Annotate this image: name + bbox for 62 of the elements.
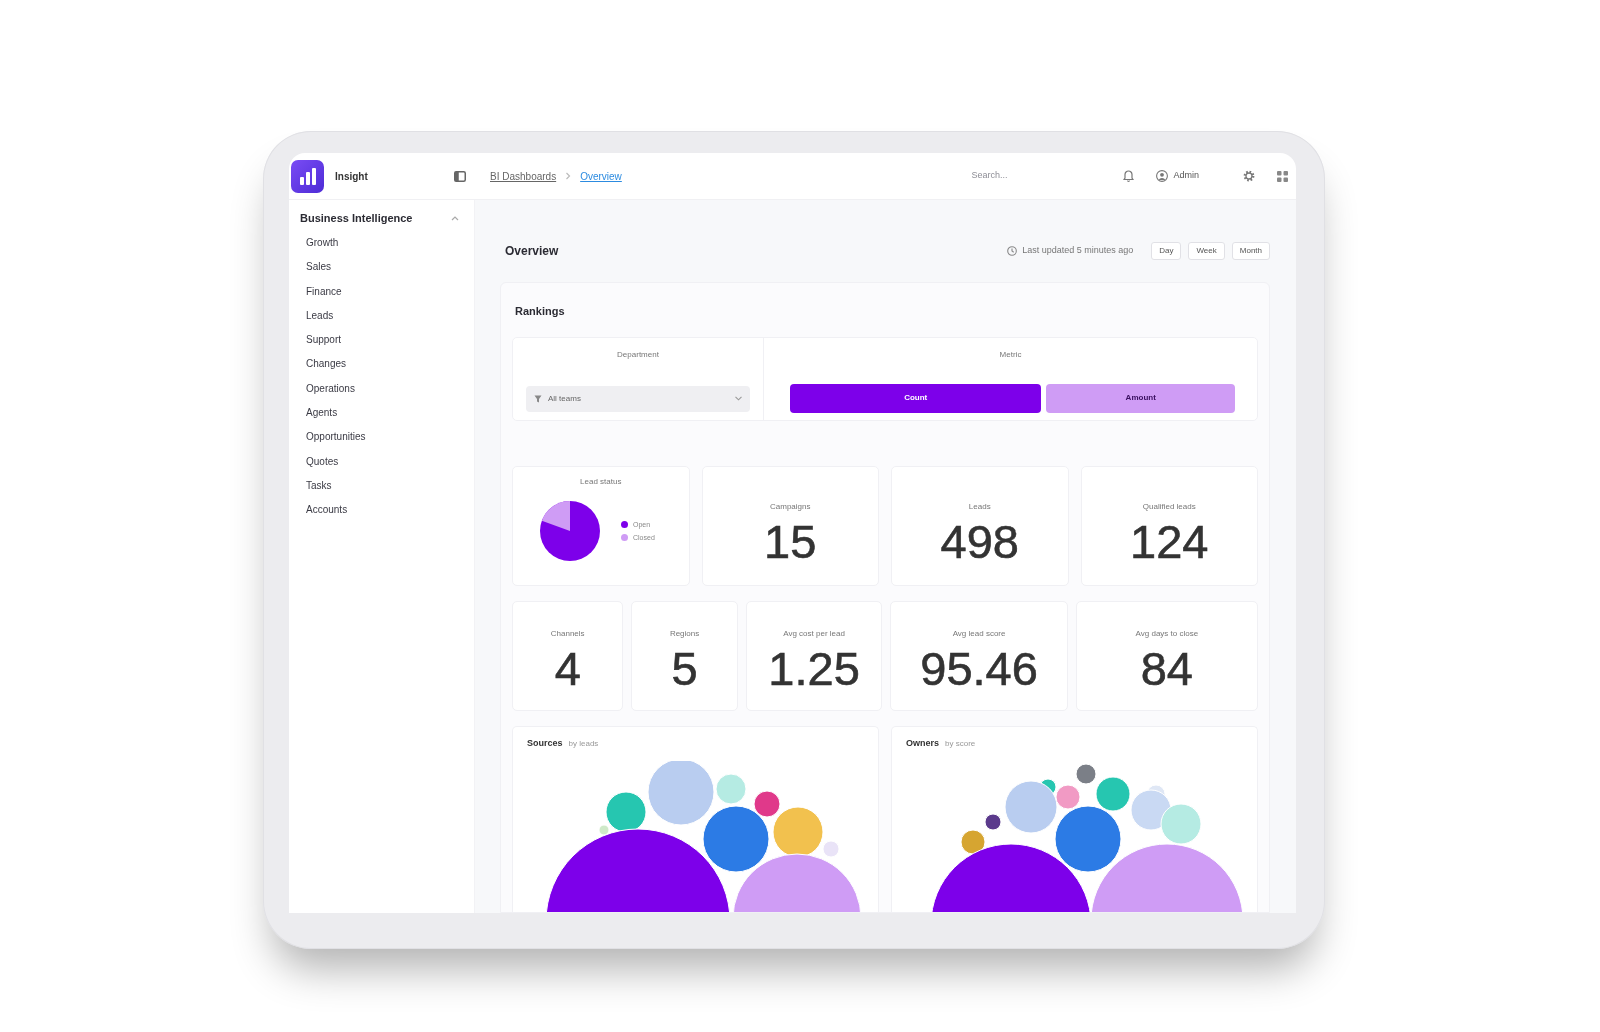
chevron-icon — [565, 172, 572, 180]
kpi-value: 84 — [1140, 644, 1193, 692]
sidebar-item[interactable]: Accounts — [300, 498, 474, 523]
kpi-value: 498 — [940, 517, 1019, 565]
sidebar-item[interactable]: Agents — [300, 401, 474, 426]
sidebar-item[interactable]: Opportunities — [300, 425, 474, 450]
sidebar-item[interactable]: Changes — [300, 352, 474, 377]
kpi-label: Avg days to close — [1135, 628, 1199, 639]
kpi-label: Leads — [968, 501, 991, 512]
kpi-value: 1.25 — [768, 644, 860, 692]
sidebar-item[interactable]: Tasks — [300, 473, 474, 499]
kpi-label: Regions — [669, 628, 700, 639]
last-updated-text: Last updated 5 minutes ago — [1022, 244, 1134, 258]
chevron-icon[interactable] — [451, 215, 459, 221]
caret-icon — [735, 396, 742, 402]
range-button[interactable]: Week — [1188, 242, 1225, 260]
section-title: Rankings — [514, 303, 566, 319]
sidebar-item[interactable]: Support — [300, 328, 474, 353]
sidebar-icon[interactable] — [454, 170, 466, 182]
sidebar-item[interactable]: Leads — [300, 303, 474, 329]
range-button[interactable]: Day — [1151, 242, 1182, 260]
range-button[interactable]: Month — [1231, 242, 1270, 260]
kpi-label: Qualified leads — [1142, 501, 1196, 512]
logo-icon[interactable] — [291, 159, 324, 193]
filter-icon — [534, 394, 542, 403]
filter-label: Metric — [998, 348, 1023, 361]
chart-subtitle: by leads — [568, 737, 599, 750]
sidebar-item[interactable]: Finance — [300, 279, 474, 304]
sidebar-item[interactable]: Quotes — [300, 449, 474, 474]
grid-icon[interactable] — [1277, 170, 1288, 182]
sidebar-item[interactable]: Operations — [300, 376, 474, 402]
app-name: Insight — [335, 169, 368, 184]
kpi-label: Channels — [550, 628, 585, 639]
bell-icon[interactable] — [1123, 170, 1135, 182]
pie-chart — [539, 499, 601, 562]
page-title: Overview — [504, 242, 559, 260]
sidebar-item[interactable]: Sales — [300, 255, 474, 280]
breadcrumb-link[interactable]: BI Dashboards — [490, 168, 557, 184]
chart-title: Lead status — [580, 476, 622, 487]
kpi-value: 5 — [671, 644, 698, 692]
kpi-label: Avg cost per lead — [783, 628, 845, 639]
sidebar-title: Business Intelligence — [300, 211, 413, 226]
kpi-value: 124 — [1130, 517, 1209, 565]
toggle-button[interactable]: Amount — [1046, 383, 1235, 413]
kpi-value: 95.46 — [920, 644, 1038, 692]
kpi-label: Campaigns — [770, 501, 811, 512]
breadcrumb-link[interactable]: Overview — [580, 168, 622, 184]
kpi-value: 15 — [764, 517, 817, 565]
toggle-button[interactable]: Count — [790, 383, 1042, 413]
user-icon[interactable] — [1156, 170, 1169, 182]
kpi-value: 4 — [554, 644, 581, 692]
chart-title: Sources — [527, 736, 563, 750]
gear-icon[interactable] — [1243, 170, 1255, 182]
user-name[interactable]: Admin — [1173, 169, 1199, 183]
search-field[interactable]: Search... — [967, 167, 1098, 185]
sidebar-item[interactable]: Growth — [300, 231, 474, 256]
chart-subtitle: by score — [945, 737, 976, 750]
chart-title: Owners — [906, 736, 939, 750]
department-select[interactable]: All teams — [526, 385, 750, 412]
clock-icon — [1007, 245, 1018, 256]
kpi-label: Avg lead score — [952, 628, 1006, 639]
filter-label: Department — [616, 348, 660, 361]
